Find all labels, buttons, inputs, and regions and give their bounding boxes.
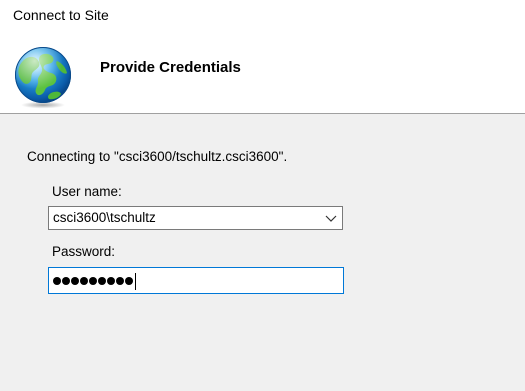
dialog-header [0, 34, 525, 113]
password-dot [53, 277, 61, 285]
password-dot [62, 277, 70, 285]
password-dot [125, 277, 133, 285]
username-label: User name: [52, 184, 122, 199]
password-dot [89, 277, 97, 285]
password-mask [53, 272, 136, 290]
chevron-down-icon[interactable] [324, 211, 338, 225]
title-bar[interactable]: Connect to Site [0, 0, 525, 34]
globe-icon [15, 47, 71, 109]
password-field[interactable] [48, 267, 344, 294]
password-dot [116, 277, 124, 285]
text-caret [135, 272, 136, 290]
password-dot [107, 277, 115, 285]
username-combobox[interactable]: csci3600\tschultz [48, 206, 343, 230]
username-value[interactable]: csci3600\tschultz [53, 210, 156, 225]
connecting-message: Connecting to "csci3600/tschultz.csci360… [27, 149, 288, 164]
window-title: Connect to Site [13, 7, 109, 23]
password-dot [80, 277, 88, 285]
password-label: Password: [52, 244, 116, 259]
header-divider [0, 113, 525, 114]
password-dot [98, 277, 106, 285]
header-title: Provide Credentials [100, 59, 241, 76]
password-dot [71, 277, 79, 285]
connect-to-site-dialog: Connect to Site Provide Credentials Conn… [0, 0, 525, 391]
